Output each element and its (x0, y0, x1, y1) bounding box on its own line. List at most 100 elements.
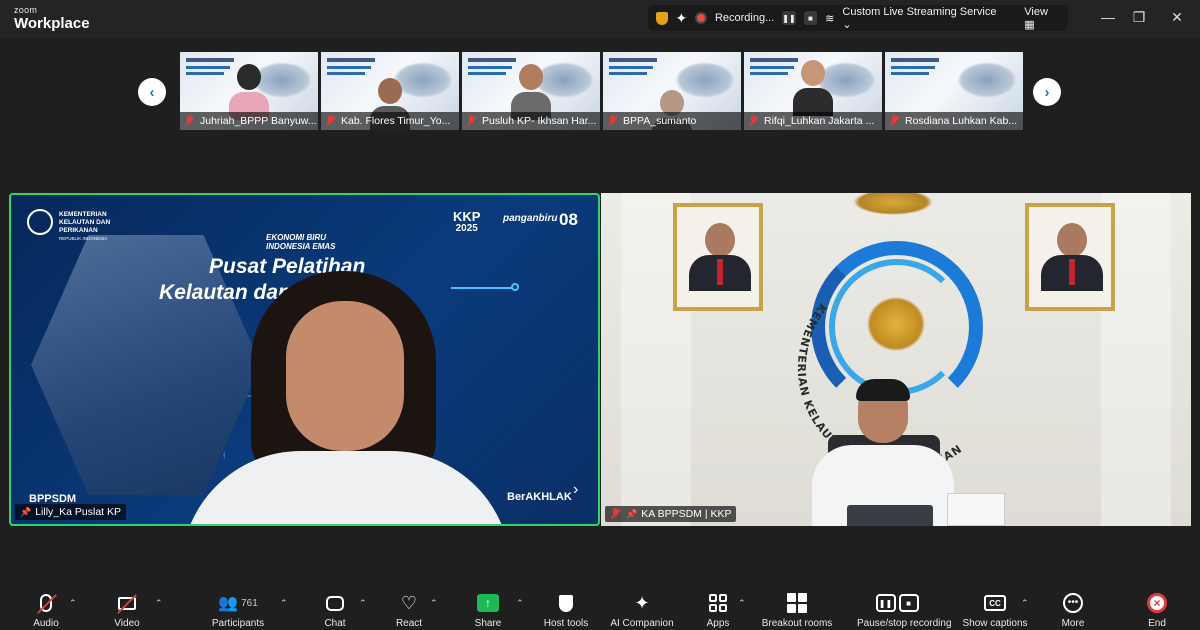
participant-thumb-2[interactable]: Kab. Flores Timur_Yo... (321, 52, 459, 130)
slide-text-line (609, 66, 653, 69)
video-options-caret-icon[interactable]: ⌃ (155, 598, 163, 609)
slide-text-line (327, 72, 365, 75)
react-button[interactable]: ♡ React (369, 590, 449, 630)
streaming-service-dropdown[interactable]: Custom Live Streaming Service ⌄ (842, 6, 1002, 31)
audio-label: Audio (33, 618, 59, 629)
participants-button[interactable]: 👥 761 Participants (198, 590, 278, 629)
mic-muted-icon (610, 508, 622, 520)
participant-video (229, 64, 269, 120)
apps-options-caret-icon[interactable]: ⌃ (738, 598, 746, 609)
view-label: View (1024, 5, 1048, 18)
sparkle-icon: ✦ (634, 592, 650, 613)
pause-icon: ❚❚ (875, 594, 896, 612)
participant-thumb-1[interactable]: Juhriah_BPPP Banyuw... (180, 52, 318, 130)
active-speaker-tile[interactable]: KEMENTERIAN KELAUTAN DAN PERIKANAN REPUB… (9, 193, 600, 526)
slide-text-line (750, 72, 788, 75)
mic-muted-icon (748, 115, 760, 127)
chevron-down-icon: ⌄ (842, 18, 852, 31)
video-button[interactable]: Video (87, 590, 167, 629)
participant-thumb-4[interactable]: BPPA_sumanto (603, 52, 741, 130)
slide-org-name: KEMENTERIAN KELAUTAN DAN PERIKANAN REPUB… (59, 211, 139, 243)
participant-name: Rifqi_Luhkan Jakarta ... (764, 115, 875, 127)
participant-name: Lilly_Ka Puslat KP (35, 506, 122, 518)
captions-options-caret-icon[interactable]: ⌃ (1021, 598, 1029, 609)
org-line: PERIKANAN (59, 227, 98, 234)
end-label: End (1148, 618, 1166, 629)
participant-thumb-5[interactable]: Rifqi_Luhkan Jakarta ... (744, 52, 882, 130)
chat-options-caret-icon[interactable]: ⌃ (359, 598, 367, 609)
slide-text-line (750, 66, 794, 69)
more-label: More (1061, 618, 1085, 629)
gallery-prev-button[interactable]: ‹ (138, 78, 166, 106)
participant-video (511, 64, 551, 120)
breakout-rooms-icon (787, 593, 807, 613)
slide-chevron-icon: › (573, 481, 579, 498)
audio-options-caret-icon[interactable]: ⌃ (69, 598, 77, 609)
slide-text-line (891, 72, 929, 75)
logo-kkp-bottom: 2025 (455, 223, 478, 234)
close-icon[interactable]: ✕ (1165, 9, 1189, 26)
share-button[interactable]: ↑ Share (448, 590, 528, 629)
slide-text-line (186, 72, 224, 75)
chat-button[interactable]: Chat (295, 590, 375, 629)
chevron-left-icon: ‹ (149, 83, 155, 101)
panganbiru-logo: panganbiru (503, 213, 558, 224)
pause-stop-recording-label: Pause/stop recording (857, 618, 952, 629)
react-label: React (395, 618, 423, 629)
apps-button[interactable]: Apps (678, 590, 758, 629)
participant-name: BPPA_sumanto (623, 115, 697, 127)
share-options-caret-icon[interactable]: ⌃ (516, 598, 524, 609)
slide-text-line (468, 66, 512, 69)
end-meeting-button[interactable]: × End (1117, 590, 1197, 629)
host-tools-button[interactable]: Host tools (526, 590, 606, 629)
gallery-next-button[interactable]: › (1033, 78, 1061, 106)
stop-recording-icon[interactable]: ■ (803, 11, 818, 25)
participant-main-tile[interactable]: KEMENTERIAN KELAUTAN DAN PERIKANAN 📌 KA … (601, 193, 1191, 526)
slide-text-line (186, 66, 230, 69)
org-line: KELAUTAN DAN (59, 219, 111, 226)
audio-button[interactable]: Audio (6, 590, 86, 629)
kkp-logo-icon (27, 209, 53, 235)
streaming-label: Custom Live Streaming Service (842, 5, 997, 18)
pause-recording-icon[interactable]: ❚❚ (782, 11, 796, 25)
recording-label: Recording... (714, 12, 775, 24)
microphone-muted-icon (37, 594, 57, 614)
title-bar: zoom Workplace ✦ Recording... ❚❚ ■ ≋ Cus… (0, 0, 1200, 38)
participant-thumb-3[interactable]: Pusluh KP- Ikhsan Har... (462, 52, 600, 130)
ekonomi-line: INDONESIA EMAS (266, 242, 336, 251)
ekonomi-line: EKONOMI BIRU (266, 233, 326, 242)
react-options-caret-icon[interactable]: ⌃ (430, 598, 438, 609)
ai-companion-sparkle-icon[interactable]: ✦ (676, 10, 688, 27)
pause-stop-recording-button[interactable]: ❚❚ ■ Pause/stop recording (857, 590, 952, 629)
breakout-rooms-button[interactable]: Breakout rooms (757, 590, 837, 629)
participants-options-caret-icon[interactable]: ⌃ (280, 598, 288, 609)
logo-08: 08 (559, 210, 578, 229)
minimize-icon[interactable]: — (1096, 9, 1120, 25)
heart-icon: ♡ (400, 592, 418, 613)
show-captions-label: Show captions (962, 618, 1028, 629)
mic-muted-icon (889, 115, 901, 127)
recording-dot-icon (695, 12, 707, 24)
view-button[interactable]: View ▦ (1024, 6, 1060, 31)
encryption-shield-icon[interactable] (656, 11, 668, 25)
live-stream-icon: ≋ (825, 12, 835, 25)
more-button[interactable]: ••• More (1033, 590, 1113, 629)
brand-top-text: zoom (14, 5, 38, 15)
slide-text-line (609, 72, 647, 75)
participant-video (808, 379, 958, 526)
meeting-status-bar: ✦ Recording... ❚❚ ■ ≋ Custom Live Stream… (648, 5, 1068, 31)
app-logo: zoom Workplace (14, 5, 90, 32)
participant-namebar: Rosdiana Luhkan Kab... (885, 112, 1023, 130)
restore-icon[interactable]: ❐ (1127, 9, 1151, 26)
spotlight-pin-icon: 📌 (20, 506, 32, 517)
more-dots-icon: ••• (1063, 593, 1083, 613)
ai-companion-button[interactable]: ✦ AI Companion (602, 590, 682, 630)
participant-thumb-6[interactable]: Rosdiana Luhkan Kab... (885, 52, 1023, 130)
slide-header-bar (468, 58, 516, 62)
participant-namebar: Kab. Flores Timur_Yo... (321, 112, 459, 130)
logo-kkp-top: KKP (453, 209, 481, 224)
chat-bubble-icon (326, 595, 344, 611)
slide-header-bar (327, 58, 375, 62)
slide-header-bar (186, 58, 234, 62)
show-captions-button[interactable]: CC Show captions (955, 590, 1035, 629)
